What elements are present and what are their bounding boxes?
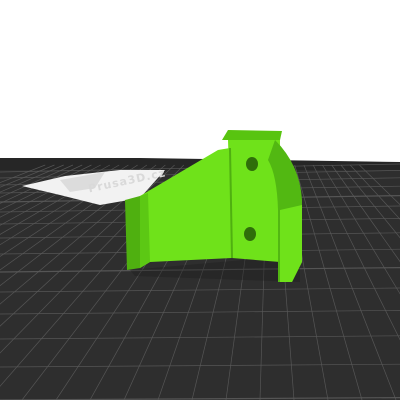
- model-hole-top: [246, 157, 258, 171]
- model-hole-bottom: [244, 227, 256, 241]
- 3d-viewport[interactable]: Prusa3D.cz: [0, 0, 400, 400]
- model-top-plate: [222, 130, 282, 140]
- model-left-flange: [125, 196, 140, 270]
- 3d-scene[interactable]: Prusa3D.cz: [0, 0, 400, 400]
